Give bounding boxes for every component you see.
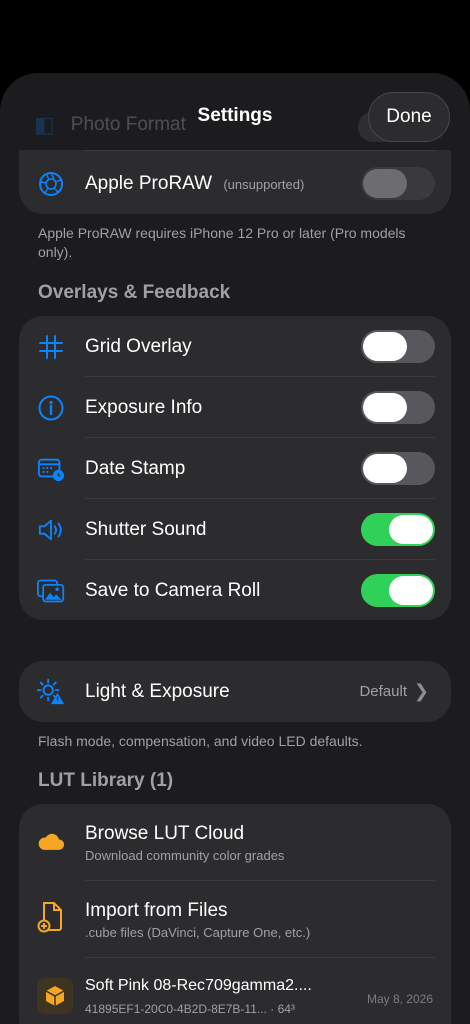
browse-lut-row[interactable]: Browse LUT Cloud Download community colo… [19, 804, 451, 880]
proraw-toggle-knob [363, 169, 407, 198]
proraw-footnote: Apple ProRAW requires iPhone 12 Pro or l… [38, 225, 406, 260]
date-stamp-toggle[interactable] [361, 452, 435, 485]
lut-entry-size: 64³ [277, 1002, 295, 1016]
shutter-sound-toggle[interactable] [361, 513, 435, 546]
import-files-row[interactable]: Import from Files .cube files (DaVinci, … [19, 881, 451, 957]
import-files-sub: .cube files (DaVinci, Capture One, etc.) [85, 925, 311, 940]
speaker-icon [37, 516, 65, 544]
aperture-icon [37, 170, 65, 198]
shutter-sound-toggle-knob [389, 515, 433, 544]
grid-overlay-label: Grid Overlay [85, 335, 192, 357]
unsupported-badge: (unsupported) [223, 176, 305, 192]
light-exposure-card: Light & Exposure Default ❯ [19, 661, 451, 722]
exposure-info-toggle-knob [363, 393, 407, 422]
lut-entry-id: 41895EF1-20C0-4B2D-8E7B-11... [85, 1002, 267, 1016]
info-circle-icon [37, 394, 65, 422]
exposure-info-toggle[interactable] [361, 391, 435, 424]
proraw-title: Apple ProRAW [85, 172, 213, 194]
grid-overlay-row[interactable]: Grid Overlay [19, 316, 451, 377]
lut-entry-name: Soft Pink 08-Rec709gamma2.... [85, 977, 312, 994]
exposure-info-row[interactable]: Exposure Info [19, 377, 451, 438]
chevron-right-icon: ❯ [413, 681, 429, 701]
lut-section-header: LUT Library (1) [38, 770, 174, 791]
grid-overlay-toggle[interactable] [361, 330, 435, 363]
lut-entry-row[interactable]: Soft Pink 08-Rec709gamma2.... 41895EF1-2… [19, 958, 451, 1024]
cloud-icon [37, 828, 65, 856]
browse-lut-label: Browse LUT Cloud [85, 823, 245, 844]
doc-add-icon [37, 902, 65, 933]
lut-entry-meta: 41895EF1-20C0-4B2D-8E7B-11... · 64³ [85, 1002, 295, 1016]
shutter-sound-label: Shutter Sound [85, 518, 207, 540]
lut-entry-date: May 8, 2026 [366, 992, 433, 1006]
proraw-label: Apple ProRAW (unsupported) [85, 173, 304, 195]
proraw-card: Apple ProRAW (unsupported) [19, 150, 451, 214]
overlays-card: Grid Overlay Exposure Info Date Stamp Sh… [19, 316, 451, 620]
browse-lut-sub: Download community color grades [85, 848, 285, 863]
exposure-info-label: Exposure Info [85, 396, 203, 418]
save-camera-roll-label: Save to Camera Roll [85, 579, 261, 601]
photos-icon [37, 577, 65, 605]
shutter-sound-row[interactable]: Shutter Sound [19, 499, 451, 560]
lut-card: Browse LUT Cloud Download community colo… [19, 804, 451, 1024]
import-files-label: Import from Files [85, 900, 228, 921]
date-stamp-label: Date Stamp [85, 457, 186, 479]
cube-icon [37, 978, 73, 1014]
light-exposure-footnote: Flash mode, compensation, and video LED … [38, 733, 363, 749]
proraw-row[interactable]: Apple ProRAW (unsupported) [19, 153, 451, 214]
date-stamp-toggle-knob [363, 454, 407, 483]
date-stamp-row[interactable]: Date Stamp [19, 438, 451, 499]
calendar-clock-icon [37, 455, 65, 483]
sun-warning-icon [37, 678, 65, 706]
light-exposure-row[interactable]: Light & Exposure Default ❯ [19, 661, 451, 722]
header-separator [85, 150, 435, 151]
overlays-section-header: Overlays & Feedback [38, 282, 231, 303]
proraw-toggle[interactable] [361, 167, 435, 200]
save-camera-roll-toggle[interactable] [361, 574, 435, 607]
done-button[interactable]: Done [368, 92, 450, 142]
meta-dot: · [270, 1002, 278, 1016]
save-camera-roll-toggle-knob [389, 576, 433, 605]
light-exposure-label: Light & Exposure [85, 680, 230, 702]
grid-icon [37, 333, 65, 361]
save-camera-roll-row[interactable]: Save to Camera Roll [19, 560, 451, 621]
light-exposure-value: Default [359, 683, 407, 700]
grid-overlay-toggle-knob [363, 332, 407, 361]
